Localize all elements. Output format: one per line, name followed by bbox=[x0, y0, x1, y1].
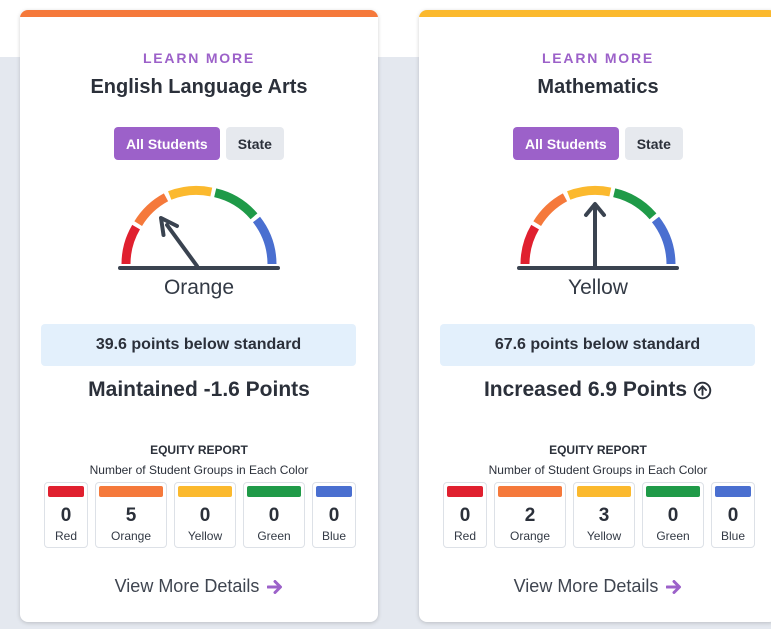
arrow-right-icon bbox=[666, 579, 682, 594]
student-group-toggle: All Students State bbox=[20, 127, 378, 160]
learn-more-link[interactable]: LEARN MORE bbox=[20, 50, 378, 66]
gauge-needle-icon bbox=[159, 216, 199, 268]
orange-swatch bbox=[99, 486, 163, 497]
gauge-orange-segment bbox=[533, 193, 568, 227]
distance-from-standard: 39.6 points below standard bbox=[41, 324, 356, 366]
view-more-details-link[interactable]: View More Details bbox=[20, 576, 378, 597]
yellow-swatch bbox=[577, 486, 631, 497]
performance-status: Orange bbox=[163, 276, 235, 299]
card-accent-bar bbox=[419, 10, 771, 17]
red-swatch bbox=[48, 486, 84, 497]
group-count: 3 bbox=[598, 505, 610, 526]
equity-group-orange: 2 Orange bbox=[494, 482, 566, 548]
details-label: View More Details bbox=[513, 576, 659, 596]
equity-group-orange: 5 Orange bbox=[95, 482, 167, 548]
equity-report-title: EQUITY REPORT bbox=[150, 443, 248, 457]
gauge-blue-segment bbox=[651, 216, 676, 265]
group-count: 0 bbox=[60, 505, 72, 526]
change-indicator: Increased 6.9 Points bbox=[419, 378, 771, 402]
performance-status: Yellow bbox=[568, 276, 628, 299]
details-label: View More Details bbox=[114, 576, 260, 596]
equity-report-subtitle: Number of Student Groups in Each Color bbox=[488, 463, 708, 477]
group-count: 0 bbox=[727, 505, 739, 526]
group-count: 0 bbox=[268, 505, 280, 526]
card-accent-bar bbox=[20, 10, 378, 17]
change-indicator: Maintained -1.6 Points bbox=[20, 378, 378, 402]
blue-swatch bbox=[316, 486, 352, 497]
blue-swatch bbox=[715, 486, 751, 497]
group-label: Orange bbox=[509, 529, 551, 543]
equity-group-green: 0 Green bbox=[642, 482, 704, 548]
gauge-green-segment bbox=[613, 188, 657, 220]
group-label: Blue bbox=[321, 529, 347, 543]
gauge-red-segment bbox=[520, 224, 540, 265]
state-button[interactable]: State bbox=[624, 127, 683, 160]
group-label: Red bbox=[453, 529, 476, 543]
arrow-up-circle-icon bbox=[693, 381, 712, 399]
view-more-details-link[interactable]: View More Details bbox=[419, 576, 771, 597]
gauge-needle-icon bbox=[584, 202, 606, 268]
equity-color-groups: 0 Red 5 Orange 0 Yellow 0 Green 0 Blue bbox=[44, 482, 356, 548]
group-label: Yellow bbox=[187, 529, 223, 543]
card-title: English Language Arts bbox=[90, 76, 308, 98]
group-count: 0 bbox=[667, 505, 679, 526]
learn-more-link[interactable]: LEARN MORE bbox=[419, 50, 771, 66]
equity-group-red: 0 Red bbox=[443, 482, 487, 548]
performance-gauge bbox=[118, 185, 280, 270]
equity-report-title: EQUITY REPORT bbox=[549, 443, 647, 457]
equity-group-blue: 0 Blue bbox=[711, 482, 755, 548]
equity-group-blue: 0 Blue bbox=[312, 482, 356, 548]
group-label: Yellow bbox=[586, 529, 622, 543]
gauge-yellow-segment bbox=[168, 185, 213, 200]
gauge-blue-segment bbox=[252, 216, 277, 265]
equity-group-yellow: 0 Yellow bbox=[174, 482, 236, 548]
yellow-swatch bbox=[178, 486, 232, 497]
all-students-button[interactable]: All Students bbox=[114, 127, 220, 160]
green-swatch bbox=[247, 486, 301, 497]
group-label: Blue bbox=[720, 529, 746, 543]
group-count: 2 bbox=[524, 505, 536, 526]
green-swatch bbox=[646, 486, 700, 497]
all-students-button[interactable]: All Students bbox=[513, 127, 619, 160]
group-count: 0 bbox=[199, 505, 211, 526]
group-count: 5 bbox=[125, 505, 137, 526]
gauge-yellow-segment bbox=[567, 185, 612, 200]
student-group-toggle: All Students State bbox=[419, 127, 771, 160]
change-text: Increased 6.9 Points bbox=[483, 378, 688, 401]
gauge-red-segment bbox=[121, 224, 141, 265]
equity-color-groups: 0 Red 2 Orange 3 Yellow 0 Green 0 Blue bbox=[443, 482, 755, 548]
red-swatch bbox=[447, 486, 483, 497]
gauge-green-segment bbox=[214, 188, 258, 220]
equity-report-subtitle: Number of Student Groups in Each Color bbox=[89, 463, 309, 477]
orange-swatch bbox=[498, 486, 562, 497]
group-label: Green bbox=[257, 529, 291, 543]
group-label: Green bbox=[656, 529, 690, 543]
group-count: 0 bbox=[328, 505, 340, 526]
group-label: Red bbox=[54, 529, 77, 543]
group-count: 0 bbox=[459, 505, 471, 526]
math-dashboard-card: LEARN MORE Mathematics All Students Stat… bbox=[419, 10, 771, 622]
state-button[interactable]: State bbox=[225, 127, 284, 160]
ela-dashboard-card: LEARN MORE English Language Arts All Stu… bbox=[20, 10, 378, 622]
change-text: Maintained -1.6 Points bbox=[88, 378, 310, 401]
card-title: Mathematics bbox=[537, 76, 659, 98]
arrow-right-icon bbox=[267, 579, 283, 594]
equity-group-green: 0 Green bbox=[243, 482, 305, 548]
performance-gauge bbox=[517, 185, 679, 270]
equity-group-yellow: 3 Yellow bbox=[573, 482, 635, 548]
group-label: Orange bbox=[110, 529, 152, 543]
equity-group-red: 0 Red bbox=[44, 482, 88, 548]
distance-from-standard: 67.6 points below standard bbox=[440, 324, 755, 366]
